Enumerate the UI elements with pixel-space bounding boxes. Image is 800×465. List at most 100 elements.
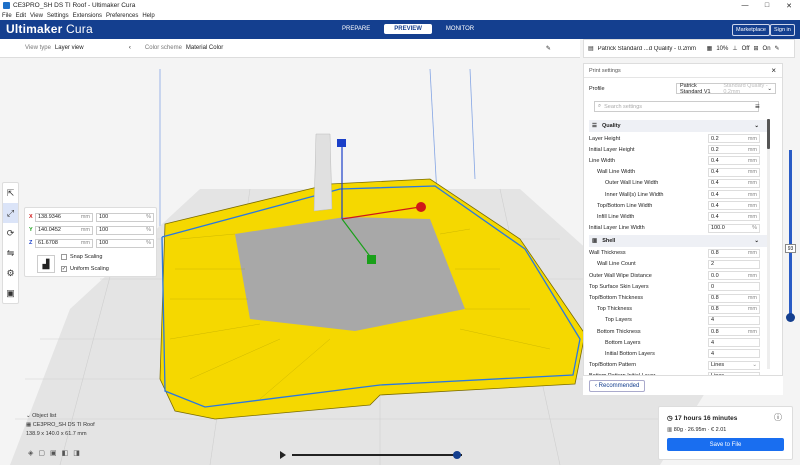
support-icon: ⊥: [732, 46, 738, 52]
per-model-settings-icon[interactable]: ⚙: [3, 263, 18, 283]
search-icon: ⌕: [598, 103, 602, 109]
signin-button[interactable]: Sign in: [770, 24, 795, 36]
setting-value-input[interactable]: 100.0%: [708, 223, 760, 233]
job-specs-panel: ◷ 17 hours 16 minutes ⓘ ▥ 80g · 26.95m ·…: [658, 406, 793, 460]
y-size-input[interactable]: 140.0452 mm: [35, 225, 93, 235]
setting-value-input[interactable]: 0.2 mm: [708, 134, 760, 144]
layer-slider-track[interactable]: [789, 150, 792, 318]
scale-tool-icon[interactable]: ⤢: [3, 203, 18, 223]
z-axis-handle[interactable]: [337, 139, 346, 147]
save-to-file-button[interactable]: Save to File: [667, 438, 784, 451]
setting-value-input[interactable]: 0.4 mm: [708, 156, 760, 166]
simulation-player: [280, 451, 462, 459]
color-scheme-dropdown[interactable]: Material Color: [186, 45, 546, 51]
setting-value-input[interactable]: 0: [708, 282, 760, 292]
setting-row: Top Layers 4: [589, 315, 769, 326]
x-percent-input[interactable]: 100%: [96, 212, 154, 222]
profile-dropdown[interactable]: Patrick Standard V1 Standard Quality - 0.…: [676, 83, 776, 95]
layer-top-value[interactable]: 93: [785, 244, 796, 253]
uniform-scaling-checkbox[interactable]: ✓ Uniform Scaling: [61, 266, 109, 272]
settings-header: Print settings: [584, 64, 782, 78]
profile-label: Profile: [589, 86, 605, 92]
menu-help[interactable]: Help: [142, 13, 154, 19]
mirror-tool-icon[interactable]: ⇋: [3, 243, 18, 263]
edit-print-settings-icon[interactable]: ✎: [775, 45, 780, 52]
menu-file[interactable]: File: [2, 13, 12, 19]
close-settings-icon[interactable]: ×: [771, 66, 776, 75]
setting-value-input[interactable]: 0.8 mm: [708, 304, 760, 314]
play-icon[interactable]: [280, 451, 286, 459]
minimize-button[interactable]: —: [734, 0, 756, 11]
setting-value-input[interactable]: 0.4 mm: [708, 201, 760, 211]
z-percent-input[interactable]: 100%: [96, 238, 154, 248]
front-view-icon[interactable]: ▢: [38, 449, 45, 457]
setting-row: Line Width 0.4 mm: [589, 155, 769, 166]
y-axis-handle[interactable]: [367, 255, 376, 264]
category-quality[interactable]: ☰ Quality ⌄: [589, 120, 769, 132]
view-type-label: View type: [25, 45, 51, 51]
menu-view[interactable]: View: [30, 13, 43, 19]
setting-value-input[interactable]: 4: [708, 315, 760, 325]
setting-value-input[interactable]: 4: [708, 349, 760, 359]
active-profile: Patrick Standard ...d Quality - 0.2mm: [597, 45, 697, 52]
ultimaker-cura-logo: Ultimaker Cura: [6, 22, 93, 36]
left-view-icon[interactable]: ◧: [62, 449, 69, 457]
path-slider-handle[interactable]: [453, 451, 461, 459]
collapse-icon[interactable]: ‹: [129, 45, 131, 51]
object-list-toggle[interactable]: ⌄ Object list: [26, 413, 95, 419]
maximize-button[interactable]: □: [756, 0, 778, 11]
top-view-icon[interactable]: ▣: [50, 449, 57, 457]
setting-value-input[interactable]: 0.2 mm: [708, 145, 760, 155]
support-blocker-icon[interactable]: ▣: [3, 283, 18, 303]
y-percent-input[interactable]: 100%: [96, 225, 154, 235]
x-axis-handle[interactable]: [416, 202, 426, 212]
close-window-button[interactable]: ✕: [778, 0, 800, 11]
move-tool-icon[interactable]: ⇱: [3, 183, 18, 203]
menu-extensions[interactable]: Extensions: [73, 13, 102, 19]
snap-scaling-checkbox[interactable]: Snap Scaling: [61, 254, 102, 260]
adhesion-icon: ⊞: [753, 46, 759, 52]
setting-row: Outer Wall Line Width 0.4 mm: [589, 178, 769, 189]
tab-prepare[interactable]: PREPARE: [332, 24, 380, 34]
setting-value-input[interactable]: 0.8 mm: [708, 293, 760, 303]
lay-flat-button[interactable]: ▟: [37, 255, 55, 273]
rotate-tool-icon[interactable]: ⟳: [3, 223, 18, 243]
tab-monitor[interactable]: MONITOR: [436, 24, 484, 34]
menu-preferences[interactable]: Preferences: [106, 13, 138, 19]
layer-slider-handle[interactable]: [786, 313, 795, 322]
view-type-dropdown[interactable]: Layer view: [55, 45, 125, 51]
menu-edit[interactable]: Edit: [16, 13, 26, 19]
z-size-input[interactable]: 61.6708 mm: [35, 238, 93, 248]
setting-value-input[interactable]: 0.4 mm: [708, 178, 760, 188]
setting-value-input[interactable]: 0.8 mm: [708, 248, 760, 258]
settings-menu-icon[interactable]: ≡: [755, 102, 760, 111]
edit-pencil-icon[interactable]: ✎: [546, 45, 551, 52]
recommended-bar: ‹ Recommended: [583, 375, 783, 395]
marketplace-button[interactable]: Marketplace: [732, 24, 770, 36]
support-value: Off: [741, 45, 750, 52]
setting-value-input[interactable]: 2: [708, 259, 760, 269]
x-size-input[interactable]: 138.9346 mm: [35, 212, 93, 222]
info-icon[interactable]: ⓘ: [774, 412, 782, 423]
right-view-icon[interactable]: ◨: [73, 449, 80, 457]
setting-row: Outer Wall Wipe Distance 0.0 mm: [589, 270, 769, 281]
cura-app-icon: [3, 2, 10, 9]
search-settings-input[interactable]: ⌕ Search settings: [594, 101, 759, 112]
path-slider-track[interactable]: [292, 454, 462, 456]
setting-value-input[interactable]: Lines⌄: [708, 360, 760, 370]
setting-value-input[interactable]: 0.4 mm: [708, 167, 760, 177]
category-shell[interactable]: ▥ Shell ⌄: [589, 234, 769, 247]
recommended-button[interactable]: ‹ Recommended: [589, 380, 646, 392]
setting-value-input[interactable]: 4: [708, 338, 760, 348]
setting-value-input[interactable]: 0.4 mm: [708, 190, 760, 200]
setting-value-input[interactable]: 0.8 mm: [708, 327, 760, 337]
setting-value-input[interactable]: 0.4 mm: [708, 212, 760, 222]
tab-preview[interactable]: PREVIEW: [384, 24, 432, 34]
3d-view-icon[interactable]: ◈: [28, 449, 33, 457]
print-setup-bar[interactable]: ▤ Patrick Standard ...d Quality - 0.2mm …: [583, 39, 795, 58]
setting-value-input[interactable]: 0.0 mm: [708, 271, 760, 281]
setting-row: Wall Thickness 0.8 mm: [589, 248, 769, 259]
setting-row: Infill Line Width 0.4 mm: [589, 211, 769, 222]
menu-settings[interactable]: Settings: [47, 13, 69, 19]
settings-scrollbar[interactable]: [767, 119, 770, 369]
